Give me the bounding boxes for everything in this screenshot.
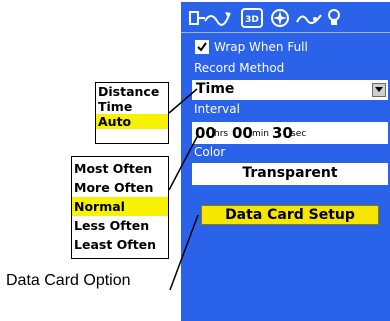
leader-lines [168, 88, 199, 291]
leader-line-data-card [169, 214, 199, 291]
leader-line-record-method [168, 88, 198, 114]
leader-line-interval [168, 134, 199, 191]
